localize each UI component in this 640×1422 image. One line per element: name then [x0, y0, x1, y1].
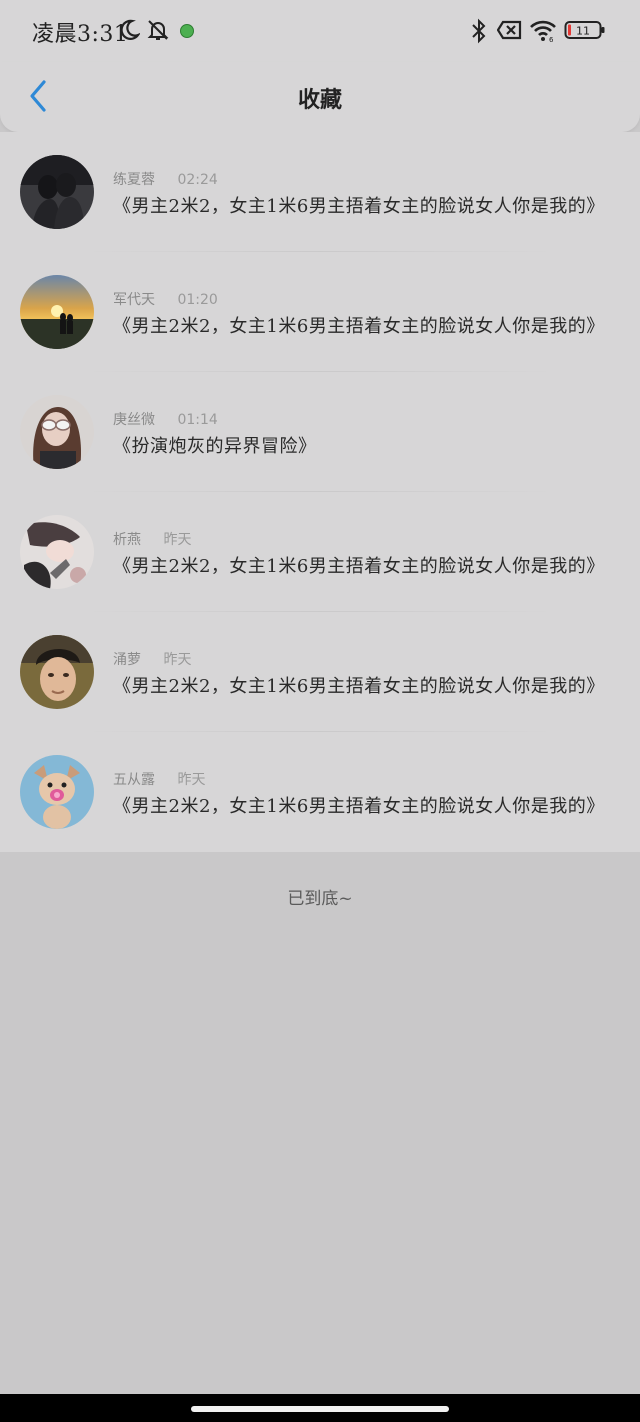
- item-username: 五从露: [113, 772, 155, 788]
- status-bar: 凌晨3:31 6 11: [0, 0, 640, 62]
- notification-dot-icon: [180, 24, 194, 38]
- list-item[interactable]: 五从露 昨天 《男主2米2，女主1米6男主捂着女主的脸说女人你是我的》: [0, 732, 640, 852]
- header: 收藏: [0, 62, 640, 132]
- list-item[interactable]: 析燕 昨天 《男主2米2，女主1米6男主捂着女主的脸说女人你是我的》: [0, 492, 640, 612]
- item-title: 《男主2米2，女主1米6男主捂着女主的脸说女人你是我的》: [113, 196, 605, 217]
- avatar: [20, 755, 94, 829]
- item-username: 军代天: [113, 292, 155, 308]
- item-time: 01:14: [177, 412, 218, 428]
- sim-x-icon: [497, 20, 522, 40]
- wifi-icon: 6: [530, 20, 556, 42]
- status-time: 凌晨3:31: [32, 22, 129, 47]
- item-meta: 练夏蓉 02:24: [113, 169, 218, 189]
- item-title: 《扮演炮灰的异界冒险》: [113, 436, 317, 457]
- item-meta: 五从露 昨天: [113, 769, 205, 789]
- bluetooth-icon: [472, 18, 486, 44]
- item-meta: 涌萝 昨天: [113, 649, 191, 669]
- page-title: 收藏: [297, 87, 342, 113]
- item-time: 01:20: [177, 292, 218, 308]
- avatar: [20, 635, 94, 709]
- favorites-list: 练夏蓉 02:24 《男主2米2，女主1米6男主捂着女主的脸说女人你是我的》 军…: [0, 132, 640, 852]
- list-item[interactable]: 练夏蓉 02:24 《男主2米2，女主1米6男主捂着女主的脸说女人你是我的》: [0, 132, 640, 252]
- item-title: 《男主2米2，女主1米6男主捂着女主的脸说女人你是我的》: [113, 676, 605, 697]
- item-username: 涌萝: [113, 652, 141, 668]
- item-meta: 析燕 昨天: [113, 529, 191, 549]
- home-indicator[interactable]: [191, 1406, 449, 1412]
- bell-off-icon: [147, 20, 169, 40]
- avatar: [20, 515, 94, 589]
- item-time: 昨天: [163, 652, 192, 668]
- navigation-bar: [0, 1394, 640, 1422]
- list-item[interactable]: 军代天 01:20 《男主2米2，女主1米6男主捂着女主的脸说女人你是我的》: [0, 252, 640, 372]
- item-username: 练夏蓉: [113, 172, 155, 188]
- svg-text:6: 6: [549, 36, 554, 42]
- moon-icon: [120, 19, 140, 40]
- item-meta: 庚丝微 01:14: [113, 409, 218, 429]
- list-item[interactable]: 庚丝微 01:14 《扮演炮灰的异界冒险》: [0, 372, 640, 492]
- item-time: 昨天: [177, 772, 206, 788]
- avatar: [20, 275, 94, 349]
- item-username: 庚丝微: [113, 412, 155, 428]
- avatar: [20, 155, 94, 229]
- list-item[interactable]: 涌萝 昨天 《男主2米2，女主1米6男主捂着女主的脸说女人你是我的》: [0, 612, 640, 732]
- item-meta: 军代天 01:20: [113, 289, 218, 309]
- item-title: 《男主2米2，女主1米6男主捂着女主的脸说女人你是我的》: [113, 796, 605, 817]
- battery-icon: 11: [564, 21, 605, 39]
- item-time: 02:24: [177, 172, 218, 188]
- avatar: [20, 395, 94, 469]
- item-title: 《男主2米2，女主1米6男主捂着女主的脸说女人你是我的》: [113, 556, 605, 577]
- battery-level-text: 11: [576, 25, 590, 38]
- item-username: 析燕: [113, 532, 141, 548]
- screen: 凌晨3:31 6 11 收藏 练夏蓉 02:24 《男主2米2，女主1米6男主捂…: [0, 0, 640, 1422]
- item-title: 《男主2米2，女主1米6男主捂着女主的脸说女人你是我的》: [113, 316, 605, 337]
- end-of-list-text: 已到底~: [287, 889, 353, 909]
- item-time: 昨天: [163, 532, 192, 548]
